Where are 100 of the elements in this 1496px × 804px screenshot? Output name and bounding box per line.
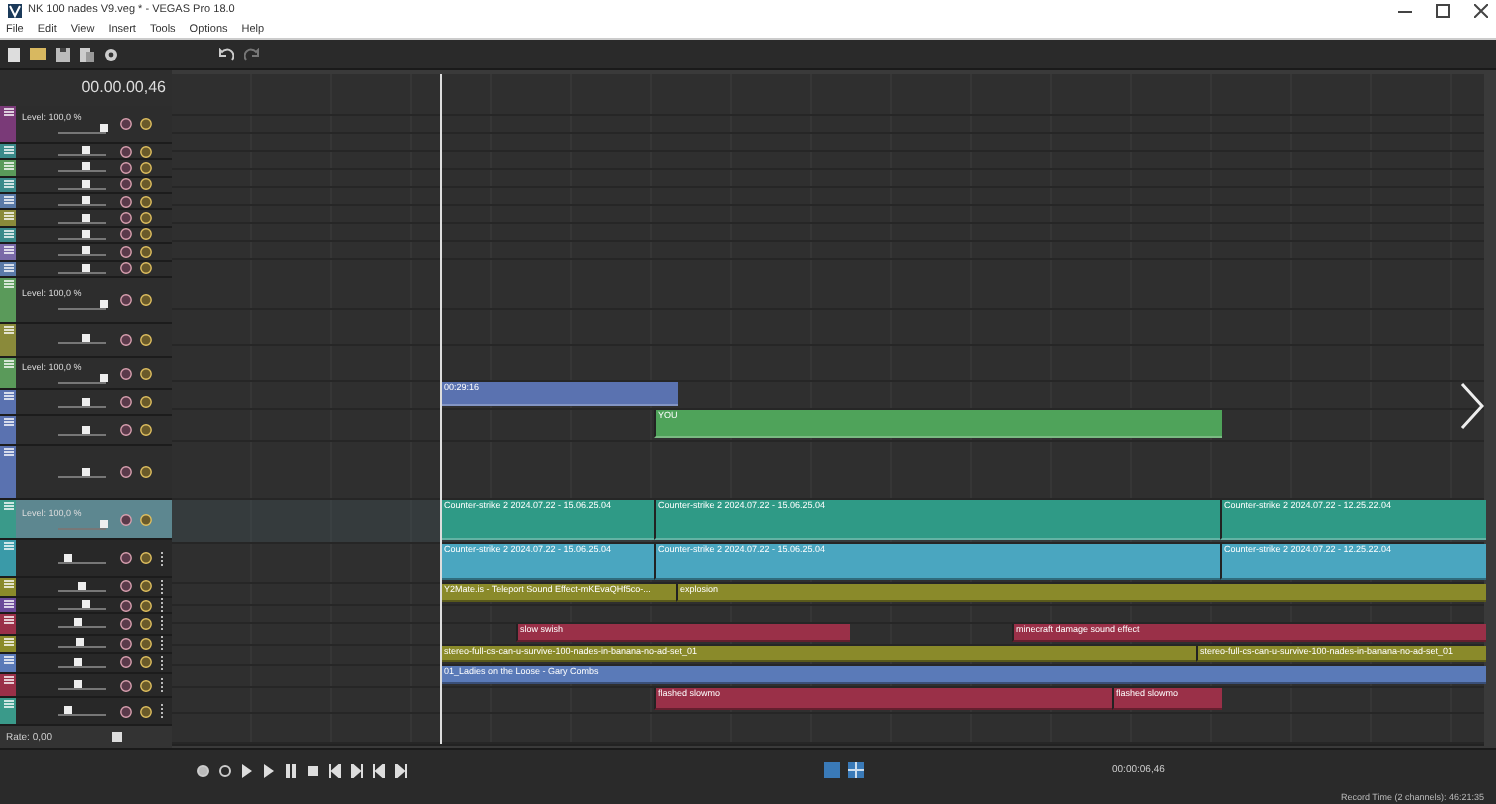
menu-icon[interactable] <box>3 448 13 457</box>
menu-icon[interactable] <box>3 676 13 685</box>
fwd-icon[interactable] <box>394 763 408 777</box>
menu-icon[interactable] <box>3 392 13 401</box>
menu-icon[interactable] <box>3 501 13 510</box>
mute-icon[interactable] <box>120 396 132 409</box>
track-header[interactable] <box>0 674 172 699</box>
volume-slider[interactable] <box>58 196 106 207</box>
stop-icon[interactable] <box>306 763 320 777</box>
menu-icon[interactable] <box>3 637 13 646</box>
start-icon[interactable] <box>240 763 254 777</box>
solo-icon[interactable] <box>140 293 152 306</box>
solo-icon[interactable] <box>140 513 152 526</box>
mute-icon[interactable] <box>120 293 132 306</box>
mute-icon[interactable] <box>120 367 132 380</box>
volume-slider[interactable] <box>58 124 106 135</box>
volume-slider[interactable] <box>58 179 106 190</box>
volume-slider[interactable] <box>58 581 106 592</box>
solo-icon[interactable] <box>140 396 152 409</box>
menu-icon[interactable] <box>3 700 13 709</box>
menu-icon[interactable] <box>3 196 13 205</box>
volume-slider[interactable] <box>58 213 106 224</box>
menu-icon[interactable] <box>3 616 13 625</box>
solo-icon[interactable] <box>140 552 152 565</box>
volume-slider[interactable] <box>58 706 106 717</box>
menu-icon[interactable] <box>3 359 13 368</box>
menu-icon[interactable] <box>3 263 13 272</box>
menu-icon[interactable] <box>3 418 13 427</box>
volume-slider[interactable] <box>58 146 106 157</box>
new-file-icon[interactable] <box>8 47 20 61</box>
track-header[interactable] <box>0 416 172 447</box>
track-header[interactable] <box>0 160 172 178</box>
volume-slider[interactable] <box>58 657 106 668</box>
track-header[interactable] <box>0 614 172 636</box>
loop-icon[interactable] <box>218 763 232 777</box>
solo-icon[interactable] <box>140 367 152 380</box>
pause-icon[interactable] <box>284 763 298 777</box>
volume-slider[interactable] <box>58 618 106 629</box>
volume-slider[interactable] <box>58 425 106 436</box>
next-icon[interactable] <box>350 763 364 777</box>
mute-icon[interactable] <box>120 424 132 437</box>
volume-slider[interactable] <box>58 680 106 691</box>
mute-icon[interactable] <box>120 513 132 526</box>
track-header[interactable] <box>0 194 172 211</box>
volume-slider[interactable] <box>58 263 106 274</box>
volume-slider[interactable] <box>58 520 106 531</box>
rec-icon[interactable] <box>196 763 210 777</box>
close-icon[interactable] <box>1474 3 1488 17</box>
track-header[interactable] <box>0 390 172 417</box>
track-header[interactable] <box>0 653 172 675</box>
menu-icon[interactable] <box>3 162 13 171</box>
volume-slider[interactable] <box>58 638 106 649</box>
track-header[interactable] <box>0 324 172 358</box>
menu-icon[interactable] <box>3 279 13 288</box>
menu-icon[interactable] <box>3 145 13 154</box>
menu-icon[interactable] <box>3 326 13 335</box>
volume-slider[interactable] <box>58 467 106 478</box>
menu-icon[interactable] <box>3 542 13 551</box>
menu-icon[interactable] <box>3 212 13 221</box>
redo-icon[interactable] <box>244 47 260 61</box>
menu-icon[interactable] <box>3 599 13 608</box>
solo-icon[interactable] <box>140 466 152 479</box>
mute-icon[interactable] <box>120 117 132 130</box>
volume-slider[interactable] <box>58 600 106 611</box>
menu-icon[interactable] <box>3 579 13 588</box>
track-header[interactable] <box>0 698 172 726</box>
menu-icon[interactable] <box>3 229 13 238</box>
undo-icon[interactable] <box>218 47 234 61</box>
document-icon[interactable] <box>80 47 94 61</box>
mute-icon[interactable] <box>120 466 132 479</box>
menu-icon[interactable] <box>3 246 13 255</box>
volume-slider[interactable] <box>58 162 106 173</box>
volume-slider[interactable] <box>58 300 106 311</box>
chevron-right-icon[interactable] <box>1460 382 1484 431</box>
mute-icon[interactable] <box>120 333 132 346</box>
rate-slider-thumb-icon[interactable] <box>112 732 123 742</box>
solo-icon[interactable] <box>140 333 152 346</box>
prev-icon[interactable] <box>328 763 342 777</box>
settings-icon[interactable] <box>104 47 118 61</box>
menu-icon[interactable] <box>3 655 13 664</box>
track-header[interactable] <box>0 577 172 598</box>
volume-slider[interactable] <box>58 229 106 240</box>
maximize-icon[interactable] <box>1436 3 1450 17</box>
track-header[interactable] <box>0 540 172 578</box>
back-icon[interactable] <box>372 763 386 777</box>
volume-slider[interactable] <box>58 334 106 345</box>
save-icon[interactable] <box>56 47 70 61</box>
mute-icon[interactable] <box>120 552 132 565</box>
menu-icon[interactable] <box>3 179 13 188</box>
solo-icon[interactable] <box>140 117 152 130</box>
solo-icon[interactable] <box>140 424 152 437</box>
volume-slider[interactable] <box>58 374 106 385</box>
volume-slider[interactable] <box>58 246 106 257</box>
track-header[interactable] <box>0 446 172 500</box>
track-header[interactable] <box>0 210 172 228</box>
menu-icon[interactable] <box>3 107 13 115</box>
track-header[interactable] <box>0 244 172 262</box>
grid-icon[interactable] <box>848 762 864 778</box>
volume-slider[interactable] <box>58 553 106 564</box>
volume-slider[interactable] <box>58 397 106 408</box>
